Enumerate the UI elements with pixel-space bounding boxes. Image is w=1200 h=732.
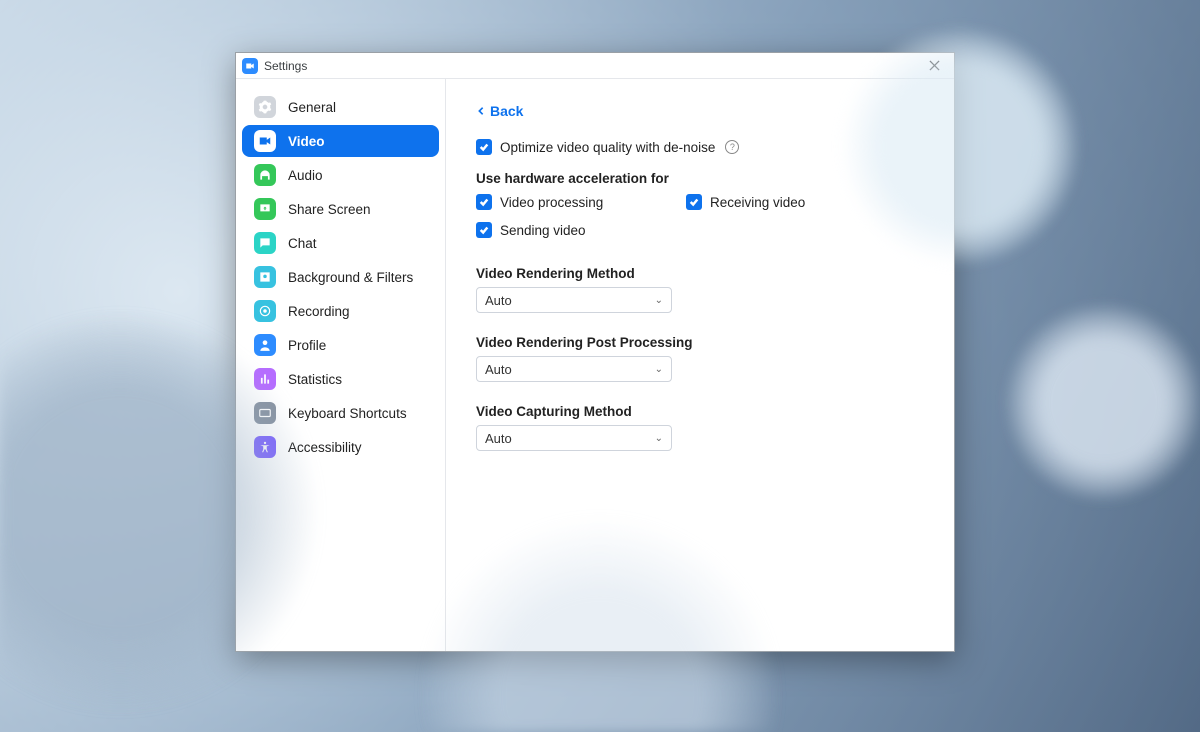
record-icon [254, 300, 276, 322]
sidebar-item-statistics[interactable]: Statistics [242, 363, 439, 395]
info-icon[interactable]: ? [725, 140, 739, 154]
sidebar-item-share-screen[interactable]: Share Screen [242, 193, 439, 225]
rendering-method-label: Video Rendering Method [476, 266, 924, 281]
hw-sending-label: Sending video [500, 223, 586, 238]
back-label: Back [490, 103, 523, 119]
video-icon [254, 130, 276, 152]
gear-icon [254, 96, 276, 118]
sidebar-item-label: General [288, 100, 336, 115]
settings-window: Settings General Video [235, 52, 955, 652]
statistics-icon [254, 368, 276, 390]
close-button[interactable] [920, 55, 948, 77]
sidebar-item-accessibility[interactable]: Accessibility [242, 431, 439, 463]
hw-video-processing-checkbox[interactable] [476, 194, 492, 210]
share-screen-icon [254, 198, 276, 220]
sidebar-item-label: Keyboard Shortcuts [288, 406, 407, 421]
check-icon [689, 197, 699, 207]
sidebar-item-label: Accessibility [288, 440, 362, 455]
check-icon [479, 142, 489, 152]
sidebar: General Video Audio Share Screen [236, 79, 446, 651]
chat-icon [254, 232, 276, 254]
hw-video-processing-label: Video processing [500, 195, 603, 210]
capturing-method-value: Auto [485, 431, 512, 446]
optimize-denoise-checkbox[interactable] [476, 139, 492, 155]
sidebar-item-audio[interactable]: Audio [242, 159, 439, 191]
optimize-denoise-label: Optimize video quality with de-noise [500, 140, 715, 155]
window-title: Settings [264, 59, 307, 73]
sidebar-item-background-filters[interactable]: Background & Filters [242, 261, 439, 293]
sidebar-item-label: Background & Filters [288, 270, 413, 285]
background-icon [254, 266, 276, 288]
sidebar-item-profile[interactable]: Profile [242, 329, 439, 361]
sidebar-item-label: Recording [288, 304, 350, 319]
hw-sending-checkbox[interactable] [476, 222, 492, 238]
app-icon [242, 58, 258, 74]
check-icon [479, 197, 489, 207]
chevron-down-icon: ⌄ [655, 433, 663, 444]
profile-icon [254, 334, 276, 356]
chevron-left-icon [476, 106, 486, 116]
rendering-method-select[interactable]: Auto ⌄ [476, 287, 672, 313]
post-processing-label: Video Rendering Post Processing [476, 335, 924, 350]
back-button[interactable]: Back [476, 103, 523, 119]
headphones-icon [254, 164, 276, 186]
accessibility-icon [254, 436, 276, 458]
hw-receiving-checkbox[interactable] [686, 194, 702, 210]
keyboard-icon [254, 402, 276, 424]
hardware-accel-heading: Use hardware acceleration for [476, 171, 924, 186]
sidebar-item-label: Share Screen [288, 202, 371, 217]
content-panel: Back Optimize video quality with de-nois… [446, 79, 954, 651]
sidebar-item-label: Profile [288, 338, 326, 353]
rendering-method-value: Auto [485, 293, 512, 308]
sidebar-item-label: Audio [288, 168, 323, 183]
sidebar-item-label: Video [288, 134, 325, 149]
hw-receiving-label: Receiving video [710, 195, 805, 210]
capturing-method-label: Video Capturing Method [476, 404, 924, 419]
post-processing-value: Auto [485, 362, 512, 377]
titlebar: Settings [236, 53, 954, 79]
sidebar-item-keyboard-shortcuts[interactable]: Keyboard Shortcuts [242, 397, 439, 429]
chevron-down-icon: ⌄ [655, 364, 663, 375]
check-icon [479, 225, 489, 235]
sidebar-item-label: Chat [288, 236, 317, 251]
sidebar-item-label: Statistics [288, 372, 342, 387]
capturing-method-select[interactable]: Auto ⌄ [476, 425, 672, 451]
sidebar-item-chat[interactable]: Chat [242, 227, 439, 259]
sidebar-item-general[interactable]: General [242, 91, 439, 123]
sidebar-item-video[interactable]: Video [242, 125, 439, 157]
sidebar-item-recording[interactable]: Recording [242, 295, 439, 327]
chevron-down-icon: ⌄ [655, 295, 663, 306]
post-processing-select[interactable]: Auto ⌄ [476, 356, 672, 382]
